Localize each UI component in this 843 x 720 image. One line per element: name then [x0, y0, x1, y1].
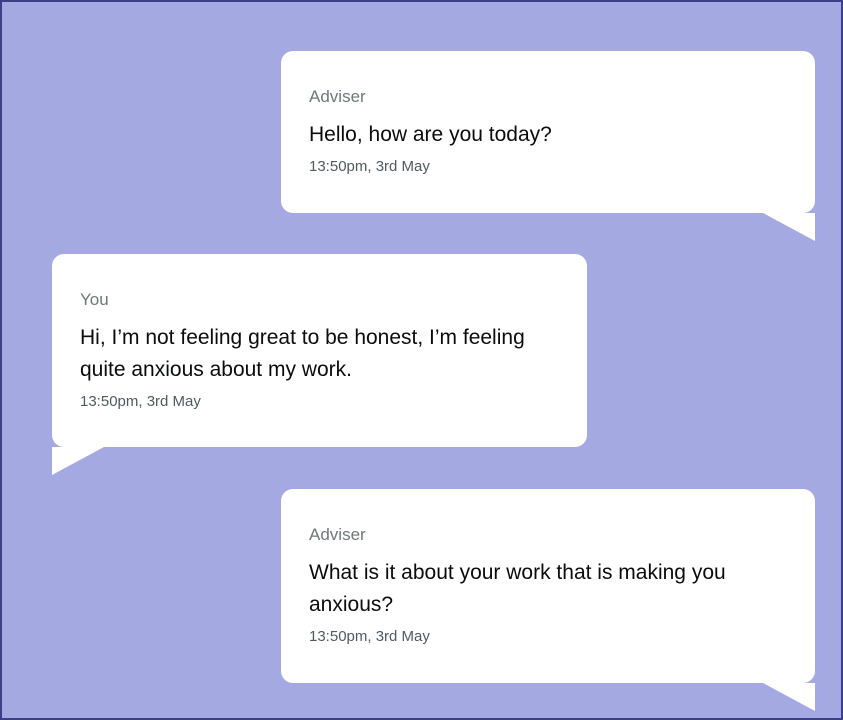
message-sender: You: [80, 290, 109, 309]
message-sender: Adviser: [309, 525, 366, 544]
message-text: What is it about your work that is makin…: [309, 561, 726, 616]
speech-bubble-tail: [52, 447, 104, 475]
message-timestamp: 13:50pm, 3rd May: [309, 628, 430, 645]
message-timestamp: 13:50pm, 3rd May: [80, 393, 201, 410]
adviser-message-bubble: Adviser Hello, how are you today? 13:50p…: [281, 51, 815, 241]
speech-bubble-tail: [763, 683, 815, 711]
message-text: Hi, I’m not feeling great to be honest, …: [80, 326, 525, 381]
message-sender: Adviser: [309, 87, 366, 106]
user-message-bubble: You Hi, I’m not feeling great to be hone…: [52, 254, 587, 475]
message-text: Hello, how are you today?: [309, 123, 552, 146]
chat-conversation: Adviser Hello, how are you today? 13:50p…: [0, 0, 843, 720]
speech-bubble-tail: [763, 213, 815, 241]
adviser-message-bubble: Adviser What is it about your work that …: [281, 489, 815, 711]
message-timestamp: 13:50pm, 3rd May: [309, 158, 430, 175]
